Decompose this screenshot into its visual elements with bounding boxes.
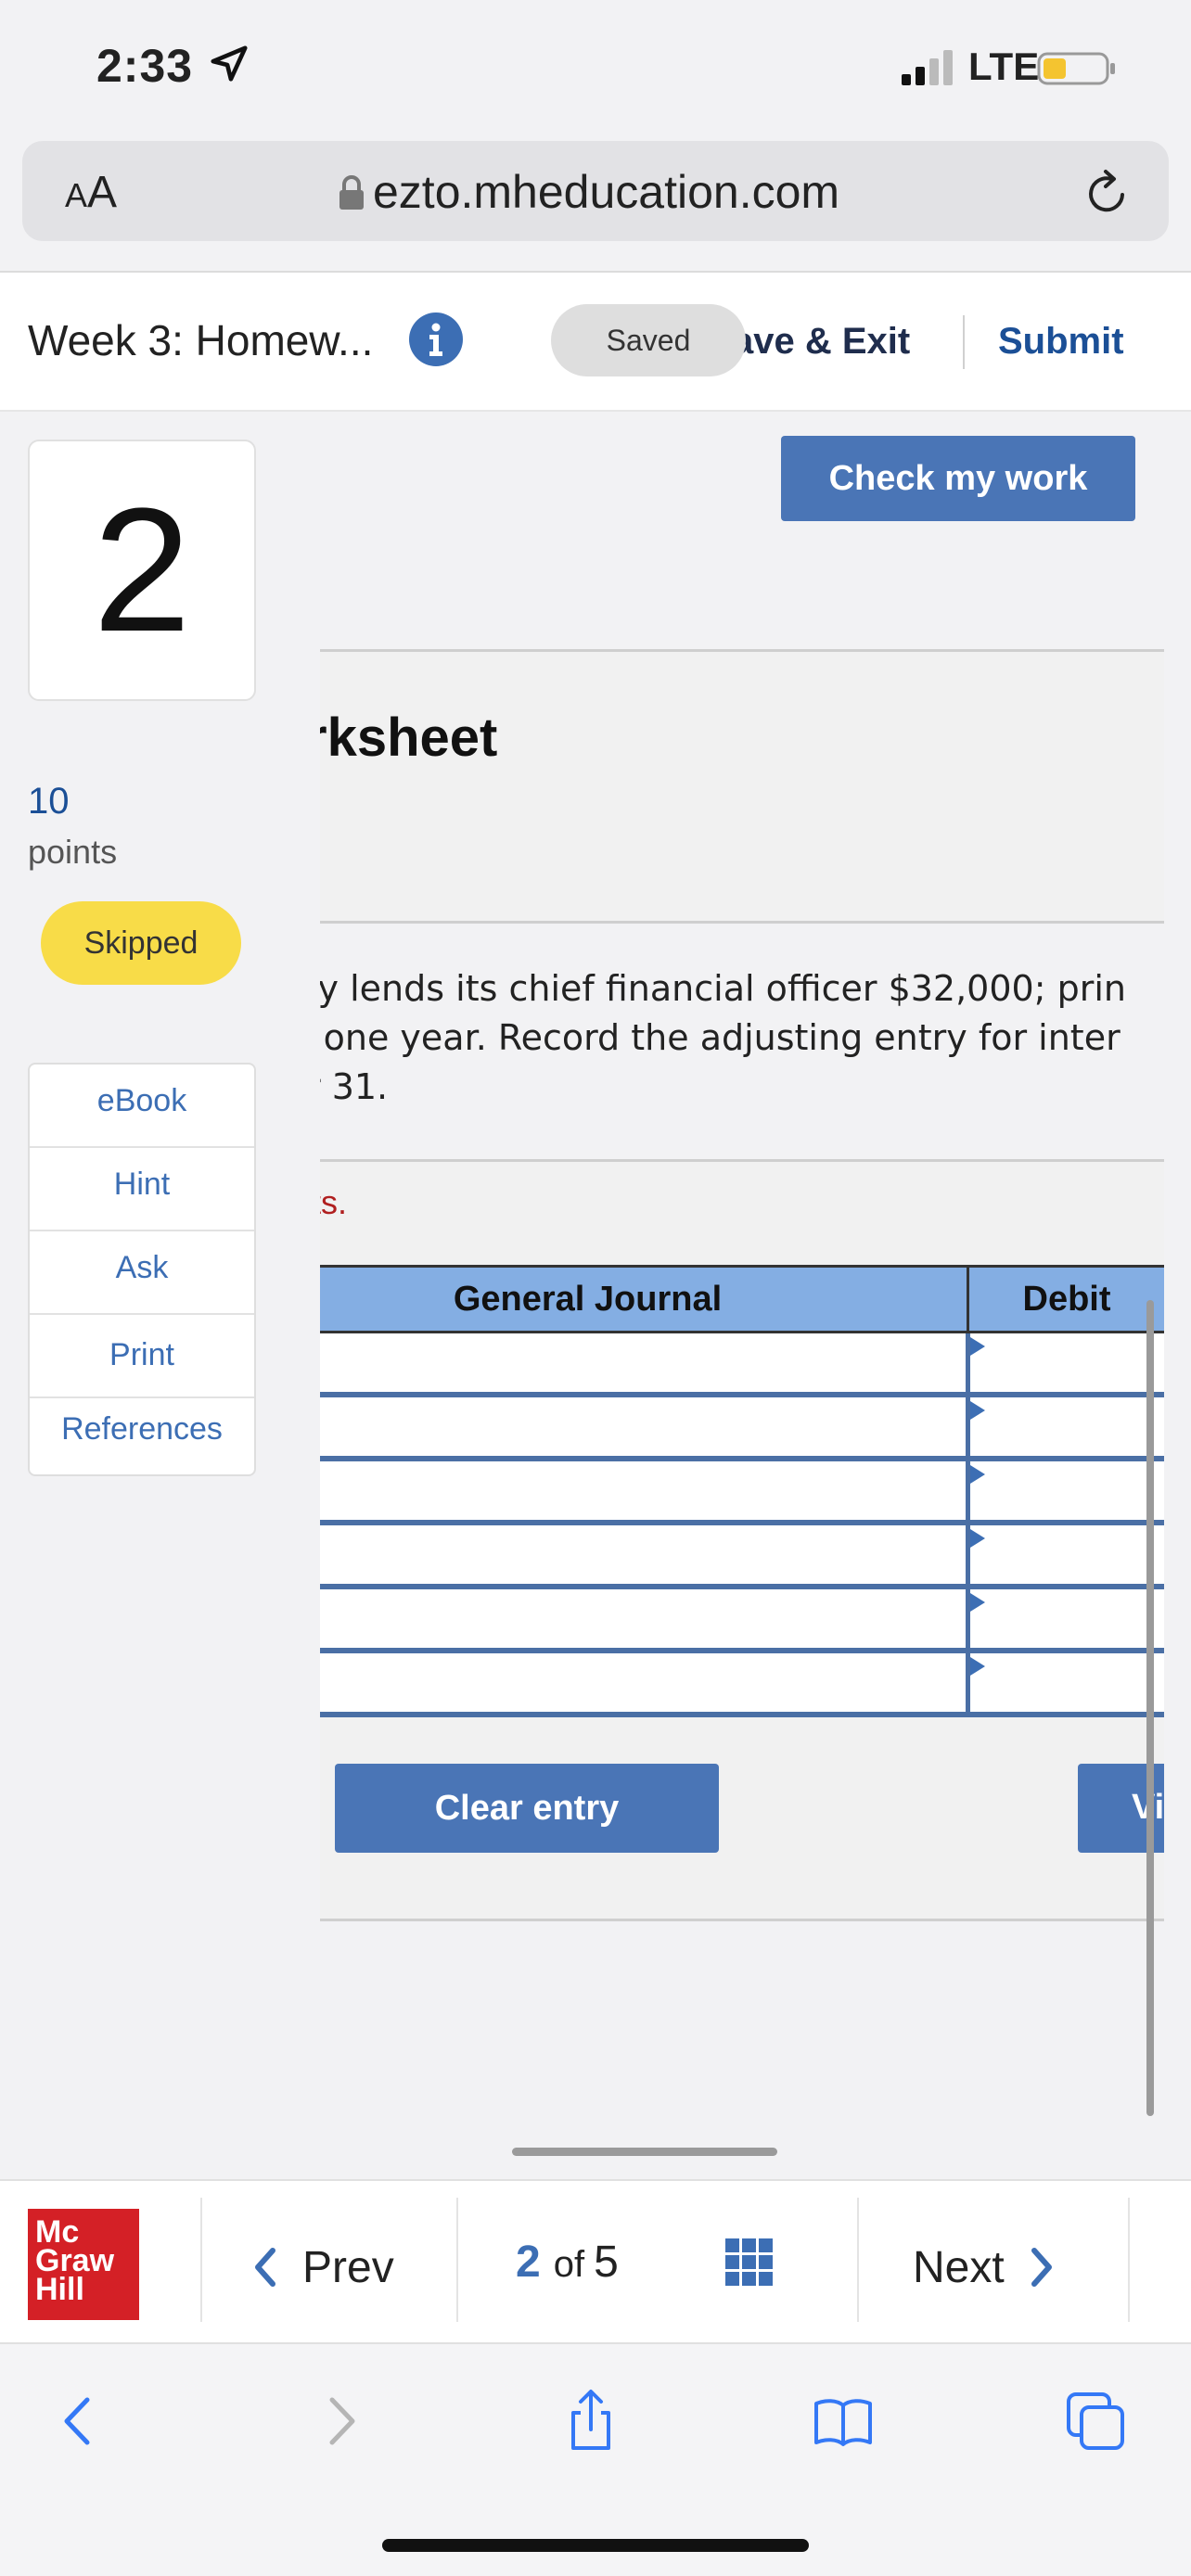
page-current: 2 bbox=[516, 2238, 541, 2287]
resource-divider bbox=[30, 1396, 254, 1398]
home-indicator bbox=[382, 2539, 809, 2552]
question-text-line: ı one year. Record the adjusting entry f… bbox=[320, 1017, 1121, 1058]
header-divider bbox=[963, 315, 965, 369]
nav-divider bbox=[1128, 2198, 1130, 2322]
submit-link[interactable]: Submit bbox=[998, 321, 1124, 363]
column-header-debit: Debit bbox=[967, 1265, 1164, 1333]
horizontal-scroll-handle[interactable] bbox=[512, 2148, 777, 2156]
back-arrow-icon[interactable] bbox=[46, 2389, 111, 2454]
journal-row[interactable] bbox=[320, 1653, 1164, 1717]
assignment-title: Week 3: Homew... bbox=[28, 316, 374, 364]
resource-ebook[interactable]: eBook bbox=[30, 1083, 254, 1119]
logo-line: Hill bbox=[35, 2272, 84, 2307]
page-indicator[interactable]: 2 of 5 bbox=[516, 2237, 619, 2288]
prev-button[interactable]: Prev bbox=[252, 2235, 394, 2300]
saved-status-toast: Saved bbox=[551, 304, 746, 376]
question-title: rksheet bbox=[320, 708, 498, 768]
nav-divider bbox=[200, 2198, 202, 2322]
info-icon[interactable] bbox=[408, 312, 464, 367]
journal-row[interactable] bbox=[320, 1461, 1164, 1525]
nav-divider bbox=[857, 2198, 859, 2322]
cell-marker-icon bbox=[970, 1657, 985, 1676]
cell-marker-icon bbox=[970, 1529, 985, 1548]
next-button[interactable]: Next bbox=[913, 2235, 1055, 2300]
share-icon[interactable] bbox=[558, 2389, 623, 2454]
resource-references[interactable]: References bbox=[30, 1411, 254, 1447]
journal-row[interactable] bbox=[320, 1589, 1164, 1653]
next-label: Next bbox=[913, 2242, 1005, 2292]
battery-low-icon bbox=[1037, 52, 1115, 85]
column-header-general-journal: General Journal bbox=[320, 1265, 967, 1333]
forward-arrow-icon[interactable] bbox=[308, 2389, 373, 2454]
points-value: 10 bbox=[28, 781, 70, 822]
text-size-large-a: A bbox=[87, 168, 118, 217]
prev-label: Prev bbox=[302, 2242, 394, 2292]
question-text-line: ̧r 31. bbox=[320, 1066, 389, 1107]
cell-marker-icon bbox=[970, 1401, 985, 1420]
reload-icon[interactable] bbox=[1083, 167, 1132, 219]
tabs-icon[interactable] bbox=[1063, 2389, 1128, 2454]
page-total: 5 bbox=[594, 2238, 619, 2287]
check-my-work-button[interactable]: Check my work bbox=[781, 436, 1135, 521]
cell-marker-icon bbox=[970, 1465, 985, 1484]
resource-hint[interactable]: Hint bbox=[30, 1167, 254, 1203]
journal-row[interactable] bbox=[320, 1525, 1164, 1589]
instruction-text: ts. bbox=[320, 1183, 348, 1221]
instruction-clip: ts. bbox=[320, 1165, 1164, 1230]
signal-strength-icon bbox=[902, 50, 953, 85]
url-text[interactable]: ezto.mheducation.com bbox=[373, 165, 839, 219]
chevron-left-icon bbox=[255, 2248, 275, 2287]
resource-divider bbox=[30, 1313, 254, 1315]
resource-list: eBook Hint Ask Print References bbox=[28, 1063, 256, 1476]
status-badge: Skipped bbox=[41, 901, 241, 985]
lock-icon bbox=[339, 175, 364, 210]
location-arrow-icon bbox=[211, 45, 248, 82]
resource-ask[interactable]: Ask bbox=[30, 1250, 254, 1286]
question-text: ıy lends its chief financial officer $32… bbox=[320, 937, 1164, 1122]
nav-divider bbox=[456, 2198, 458, 2322]
question-number: 2 bbox=[28, 440, 256, 701]
network-type: LTE bbox=[968, 45, 1040, 88]
question-text-line: ıy lends its chief financial officer $32… bbox=[320, 968, 1126, 1009]
text-size-small-a: A bbox=[65, 176, 88, 214]
resource-divider bbox=[30, 1230, 254, 1231]
bookmarks-icon[interactable] bbox=[811, 2389, 876, 2454]
chevron-right-icon bbox=[1031, 2248, 1052, 2287]
page-of: of bbox=[553, 2244, 585, 2285]
text-size-button[interactable]: AA bbox=[65, 167, 117, 218]
cell-marker-icon bbox=[970, 1593, 985, 1612]
clear-entry-button[interactable]: Clear entry bbox=[335, 1764, 719, 1853]
save-exit-link[interactable]: ave & Exit bbox=[733, 321, 910, 363]
journal-row[interactable] bbox=[320, 1397, 1164, 1461]
resource-print[interactable]: Print bbox=[30, 1337, 254, 1373]
status-time: 2:33 bbox=[96, 40, 194, 92]
resource-divider bbox=[30, 1146, 254, 1148]
grid-icon[interactable] bbox=[724, 2237, 775, 2289]
journal-row[interactable] bbox=[320, 1333, 1164, 1397]
vertical-scrollbar[interactable] bbox=[1146, 1300, 1154, 2116]
mcgraw-hill-logo: Mc Graw Hill bbox=[28, 2209, 139, 2320]
cell-marker-icon bbox=[970, 1337, 985, 1356]
points-label: points bbox=[28, 833, 118, 871]
question-title-clip: rksheet bbox=[320, 686, 1164, 779]
